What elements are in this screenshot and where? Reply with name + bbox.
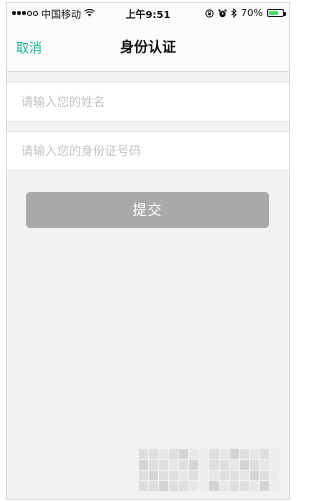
signal-dots-icon: [12, 10, 38, 16]
status-time: 上午9:51: [125, 9, 171, 21]
phone-screen: 中国移动 上午9:51 70% 取消 身份认证 请输入您的姓名 请输入您的身份证…: [6, 2, 290, 500]
carrier-name: 中国移动: [41, 9, 81, 21]
signal-dot: [17, 11, 21, 15]
name-field-row: [7, 82, 289, 122]
signal-dot: [33, 10, 38, 16]
cancel-button[interactable]: 取消: [16, 38, 42, 57]
signal-dot: [22, 11, 26, 15]
id-field-row: [7, 131, 289, 171]
navigation-bar: 取消 身份认证: [7, 23, 289, 72]
identity-form: 提交: [7, 72, 289, 228]
battery-icon: [267, 9, 286, 17]
page-title: 身份认证: [120, 40, 176, 56]
battery-level: [269, 11, 279, 15]
status-left: 中国移动: [12, 6, 95, 21]
lock-rotation-icon: [205, 8, 214, 18]
signal-dot: [27, 10, 32, 16]
name-input[interactable]: [19, 94, 289, 110]
status-bar: 中国移动 上午9:51 70%: [7, 3, 289, 23]
submit-wrapper: 提交: [7, 171, 289, 228]
pixelated-watermark: [139, 449, 279, 491]
submit-button[interactable]: 提交: [26, 192, 269, 228]
battery-percent: 70%: [240, 7, 263, 19]
signal-dot: [12, 11, 16, 15]
status-right: 70%: [205, 7, 286, 19]
id-number-input[interactable]: [19, 143, 289, 159]
wifi-icon: [84, 9, 95, 17]
field-spacer: [7, 122, 289, 131]
alarm-icon: [218, 8, 227, 17]
bluetooth-icon: [230, 8, 237, 18]
